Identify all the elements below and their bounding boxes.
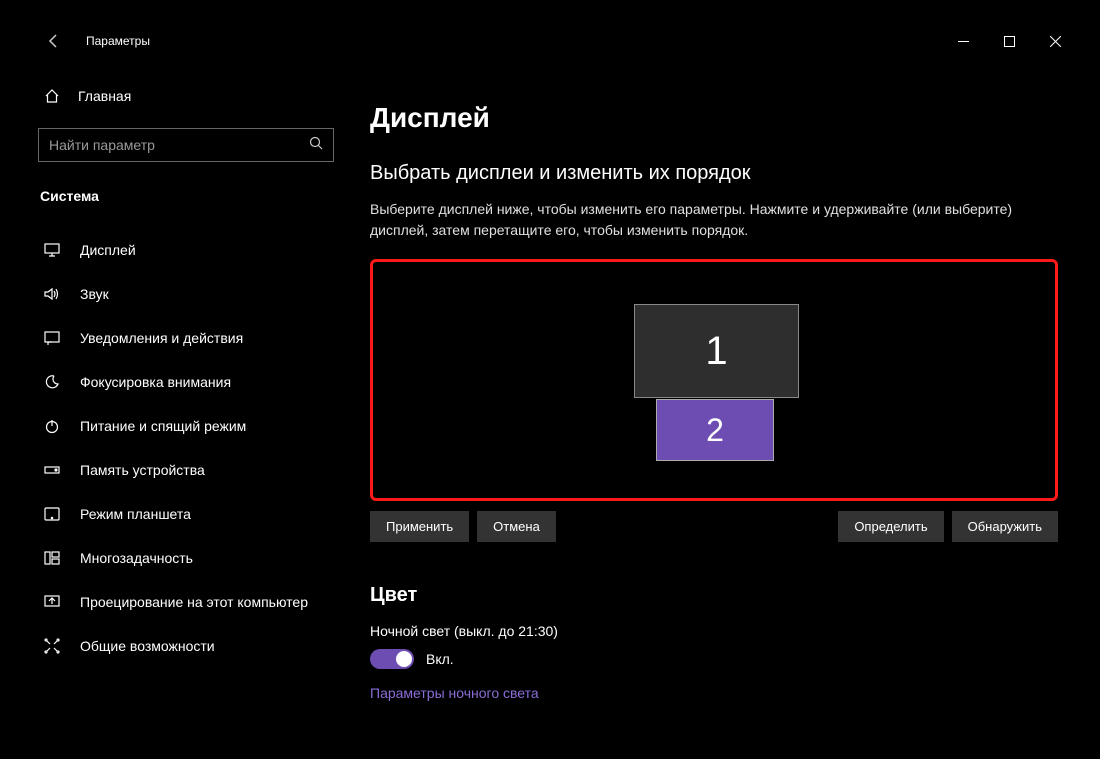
arrange-title: Выбрать дисплеи и изменить их порядок (370, 162, 1050, 185)
night-light-toggle[interactable] (370, 649, 414, 669)
close-button[interactable] (1032, 25, 1078, 57)
night-light-label: Ночной свет (выкл. до 21:30) (370, 623, 1050, 639)
home-icon (42, 88, 62, 104)
monitor-2[interactable]: 2 (656, 399, 774, 461)
search-input[interactable] (49, 137, 309, 153)
sidebar-item-power[interactable]: Питание и спящий режим (38, 404, 342, 448)
sidebar-item-label: Уведомления и действия (80, 330, 243, 346)
search-icon (309, 136, 323, 155)
storage-icon (42, 464, 62, 476)
maximize-button[interactable] (986, 25, 1032, 57)
detect-button[interactable]: Обнаружить (952, 511, 1058, 542)
home-link[interactable]: Главная (38, 78, 342, 114)
sidebar-item-label: Память устройства (80, 462, 205, 478)
sidebar-item-focus[interactable]: Фокусировка внимания (38, 360, 342, 404)
monitor-1[interactable]: 1 (634, 304, 799, 398)
identify-button[interactable]: Определить (838, 511, 943, 542)
sidebar-item-projecting[interactable]: Проецирование на этот компьютер (38, 580, 342, 624)
apply-button[interactable]: Применить (370, 511, 469, 542)
sound-icon (42, 287, 62, 301)
sidebar-item-label: Многозадачность (80, 550, 193, 566)
arrange-description: Выберите дисплей ниже, чтобы изменить ег… (370, 199, 1030, 241)
home-label: Главная (78, 88, 131, 104)
toggle-knob (396, 651, 412, 667)
sidebar-item-display[interactable]: Дисплей (38, 228, 342, 272)
sidebar-item-label: Общие возможности (80, 638, 215, 654)
search-box[interactable] (38, 128, 334, 162)
back-button[interactable] (40, 27, 68, 55)
power-icon (42, 418, 62, 434)
category-label: Система (38, 182, 342, 210)
notifications-icon (42, 331, 62, 345)
sidebar-item-label: Звук (80, 286, 109, 302)
sidebar-item-label: Питание и спящий режим (80, 418, 246, 434)
sidebar-item-shared[interactable]: Общие возможности (38, 624, 342, 668)
color-section-title: Цвет (370, 584, 1050, 607)
sidebar-item-sound[interactable]: Звук (38, 272, 342, 316)
shared-icon (42, 638, 62, 654)
sidebar-item-label: Фокусировка внимания (80, 374, 231, 390)
sidebar-item-label: Режим планшета (80, 506, 191, 522)
sidebar-item-label: Дисплей (80, 242, 136, 258)
cancel-button[interactable]: Отмена (477, 511, 556, 542)
minimize-button[interactable] (940, 25, 986, 57)
sidebar-item-notifications[interactable]: Уведомления и действия (38, 316, 342, 360)
display-arrangement-area[interactable]: 1 2 (370, 259, 1058, 501)
toggle-state-label: Вкл. (426, 651, 454, 667)
window-title: Параметры (86, 34, 150, 48)
sidebar-item-storage[interactable]: Память устройства (38, 448, 342, 492)
sidebar-item-multitask[interactable]: Многозадачность (38, 536, 342, 580)
tablet-icon (42, 507, 62, 521)
night-light-settings-link[interactable]: Параметры ночного света (370, 685, 1050, 701)
page-title: Дисплей (370, 102, 1050, 134)
sidebar-item-label: Проецирование на этот компьютер (80, 594, 308, 610)
sidebar-item-tablet[interactable]: Режим планшета (38, 492, 342, 536)
focus-icon (42, 374, 62, 390)
display-icon (42, 243, 62, 257)
projecting-icon (42, 595, 62, 609)
multitask-icon (42, 551, 62, 565)
